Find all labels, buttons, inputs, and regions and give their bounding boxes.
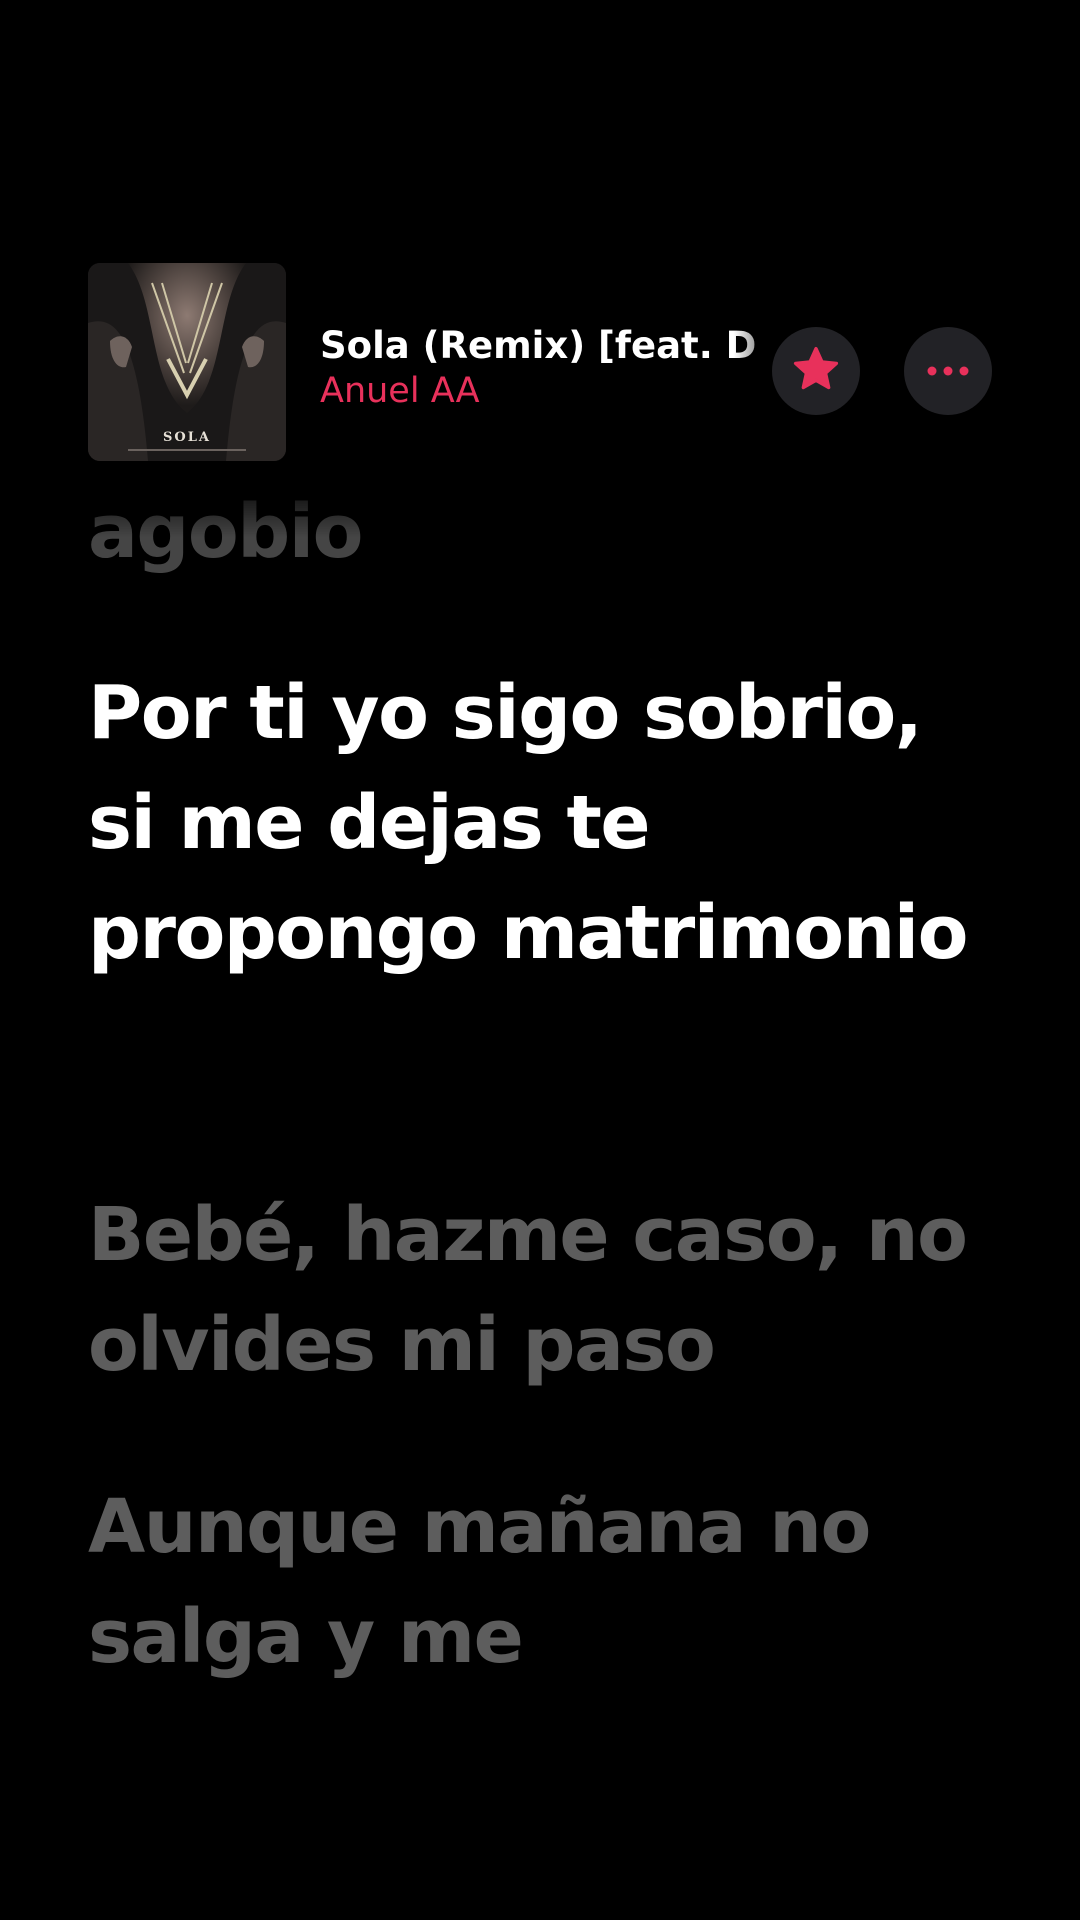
now-playing-header: SOLA Sola (Remix) [feat. D Anuel AA [88,263,1008,461]
artwork-title: SOLA [163,430,211,445]
track-title: Sola (Remix) [feat. D [320,324,757,367]
album-artwork[interactable]: SOLA [88,263,286,461]
lyric-line-next[interactable]: Aunque mañana no salga y me [88,1472,1008,1680]
lyric-line-next[interactable]: Bebé, hazme caso, no olvides mi paso [88,1180,1008,1400]
ellipsis-icon [924,362,972,381]
lyric-line-current[interactable]: Por ti yo sigo sobrio, si me dejas te pr… [88,658,1008,988]
favorite-button[interactable] [772,327,860,415]
more-options-button[interactable] [904,327,992,415]
lyric-line-previous[interactable]: agobio [88,477,1008,587]
star-icon [791,344,841,398]
track-artist[interactable]: Anuel AA [320,370,480,412]
